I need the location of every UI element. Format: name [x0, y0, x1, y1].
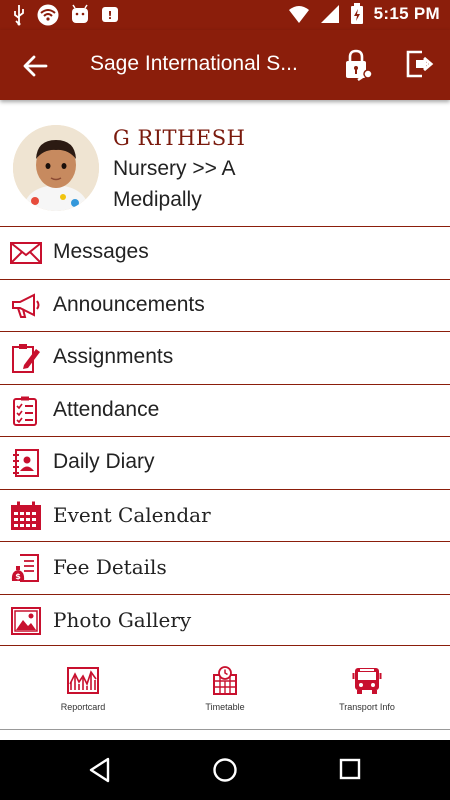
- tab-label: Timetable: [205, 702, 245, 712]
- calendar-icon: [11, 501, 41, 530]
- nav-recents-button[interactable]: [338, 757, 362, 786]
- lock-key-icon: [346, 49, 373, 82]
- logout-button[interactable]: [404, 48, 436, 80]
- bottom-tabs: Reportcard Timetable Transport Info: [0, 648, 450, 730]
- logout-icon: [406, 50, 434, 78]
- back-button[interactable]: [20, 51, 50, 81]
- envelope-icon: [10, 242, 42, 264]
- status-bar: ! 5:15 PM: [0, 0, 450, 30]
- wifi-icon: [288, 4, 310, 24]
- menu-item-label: Attendance: [53, 397, 160, 421]
- menu-item-announcements[interactable]: Announcements: [0, 278, 450, 332]
- spacer: [0, 730, 450, 740]
- menu-item-label: Event Calendar: [53, 502, 211, 527]
- clock: 5:15 PM: [373, 4, 440, 23]
- svg-text:!: !: [107, 9, 112, 22]
- menu-item-messages[interactable]: Messages: [0, 226, 450, 279]
- menu-item-attendance[interactable]: Attendance: [0, 383, 450, 437]
- nav-back-button[interactable]: [88, 757, 112, 788]
- photo-icon: [11, 606, 41, 635]
- menu-item-daily-diary[interactable]: Daily Diary: [0, 436, 450, 489]
- student-class: Nursery >> A: [113, 157, 236, 180]
- arrow-left-icon: [23, 55, 48, 77]
- menu-item-label: Fee Details: [53, 555, 167, 579]
- fee-receipt-icon: $: [11, 554, 39, 582]
- megaphone-icon: [12, 292, 40, 318]
- notification-icon: !: [100, 4, 120, 26]
- system-nav-bar: [0, 740, 450, 800]
- tab-timetable[interactable]: Timetable: [150, 666, 300, 712]
- svg-text:$: $: [15, 572, 21, 581]
- reportcard-icon: [67, 667, 99, 694]
- student-name: G RITHESH: [113, 126, 246, 150]
- tab-label: Transport Info: [339, 702, 395, 712]
- signal-icon: [320, 4, 340, 24]
- menu-item-photo-gallery[interactable]: Photo Gallery: [0, 593, 450, 646]
- square-recents-icon: [339, 758, 361, 780]
- tab-transport-info[interactable]: Transport Info: [292, 666, 442, 712]
- change-password-button[interactable]: [342, 48, 376, 82]
- menu-item-assignments[interactable]: Assignments: [0, 331, 450, 384]
- battery-icon: [350, 3, 364, 25]
- wifi-status-icon: [36, 4, 60, 26]
- menu-item-label: Assignments: [53, 345, 174, 368]
- triangle-back-icon: [89, 757, 110, 783]
- app-bar: Sage International S...: [0, 30, 450, 100]
- main-menu: Messages Announcements Assignments Atten…: [0, 226, 450, 646]
- checklist-icon: [13, 396, 37, 426]
- tab-reportcard[interactable]: Reportcard: [8, 666, 158, 712]
- menu-item-fee-details[interactable]: $ Fee Details: [0, 541, 450, 594]
- profile-card: G RITHESH Nursery >> A Medipally: [0, 100, 450, 226]
- circle-home-icon: [213, 758, 237, 782]
- avatar: [13, 125, 99, 211]
- bus-icon: [352, 668, 382, 694]
- usb-icon: [12, 4, 26, 26]
- nav-home-button[interactable]: [212, 757, 238, 788]
- clipboard-pencil-icon: [12, 344, 40, 373]
- menu-item-label: Announcements: [53, 292, 205, 316]
- timetable-icon: [213, 666, 237, 695]
- diary-icon: [13, 449, 39, 477]
- menu-item-label: Daily Diary: [53, 450, 155, 473]
- menu-item-label: Photo Gallery: [53, 607, 192, 632]
- app-title: Sage International S...: [90, 52, 298, 75]
- android-icon: [70, 4, 90, 26]
- menu-item-event-calendar[interactable]: Event Calendar: [0, 488, 450, 542]
- tab-label: Reportcard: [60, 702, 106, 712]
- student-branch: Medipally: [113, 188, 202, 211]
- menu-item-label: Messages: [53, 240, 149, 263]
